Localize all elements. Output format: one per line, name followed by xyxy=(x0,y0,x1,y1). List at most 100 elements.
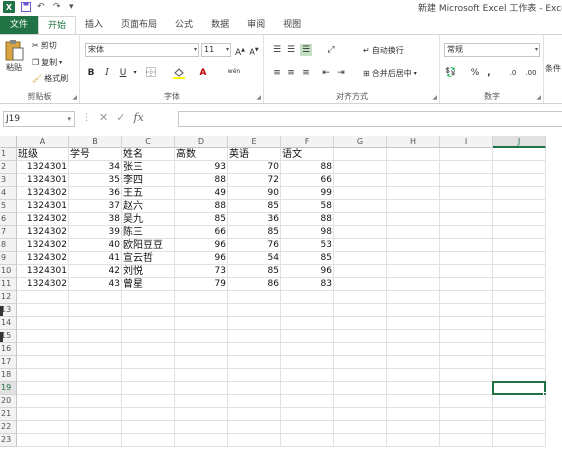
copy-button[interactable]: ❐ 复制 ▾ xyxy=(32,57,62,68)
table-cell[interactable]: 1324301 xyxy=(17,200,69,213)
table-cell[interactable]: 85 xyxy=(281,252,334,265)
orientation-icon[interactable]: ⤢ xyxy=(325,44,337,56)
name-box[interactable]: J19 ▾ xyxy=(3,111,75,127)
row-header-21[interactable]: 21 xyxy=(0,408,17,421)
column-header-h[interactable]: H xyxy=(387,136,440,148)
tab-insert[interactable]: 插入 xyxy=(76,16,112,34)
tab-file[interactable]: 文件 xyxy=(0,16,38,34)
dialog-launcher-icon[interactable]: ◢ xyxy=(432,94,437,101)
redo-icon[interactable]: ↷ xyxy=(53,2,63,12)
header-cell[interactable]: 英语 xyxy=(228,148,281,161)
table-cell[interactable]: 1324302 xyxy=(17,252,69,265)
underline-button[interactable]: U xyxy=(117,67,129,79)
comma-button[interactable]: , xyxy=(483,67,495,79)
italic-button[interactable]: I xyxy=(101,67,113,79)
formula-input[interactable] xyxy=(178,111,562,127)
insert-function-button[interactable]: fx xyxy=(133,111,143,124)
table-cell[interactable]: 99 xyxy=(281,187,334,200)
row-header-20[interactable]: 20 xyxy=(0,395,17,408)
cancel-icon[interactable]: ✕ xyxy=(99,111,108,124)
selected-cell[interactable] xyxy=(492,381,546,395)
align-center-icon[interactable]: ≡ xyxy=(285,67,297,79)
column-header-i[interactable]: I xyxy=(440,136,493,148)
row-header-18[interactable]: 18 xyxy=(0,369,17,382)
row-header-14[interactable]: 14 xyxy=(0,317,17,330)
table-cell[interactable]: 43 xyxy=(69,278,122,291)
table-cell[interactable]: 41 xyxy=(69,252,122,265)
cut-button[interactable]: ✂ 剪切 xyxy=(32,40,57,51)
fill-color-icon[interactable] xyxy=(173,67,185,79)
table-cell[interactable]: 39 xyxy=(69,226,122,239)
row-header-19[interactable]: 19 xyxy=(0,382,17,395)
row-header-23[interactable]: 23 xyxy=(0,434,17,447)
table-cell[interactable]: 88 xyxy=(281,161,334,174)
dialog-launcher-icon[interactable]: ◢ xyxy=(72,94,77,101)
header-cell[interactable]: 姓名 xyxy=(122,148,175,161)
table-cell[interactable]: 1324302 xyxy=(17,187,69,200)
table-cell[interactable]: 刘悦 xyxy=(122,265,175,278)
table-cell[interactable]: 1324301 xyxy=(17,174,69,187)
merge-center-button[interactable]: ⊞ 合并后居中 ▾ xyxy=(363,68,417,79)
tab-review[interactable]: 审阅 xyxy=(238,16,274,34)
column-header-a[interactable]: A xyxy=(17,136,69,148)
table-cell[interactable]: 96 xyxy=(175,239,228,252)
table-cell[interactable]: 35 xyxy=(69,174,122,187)
row-header-16[interactable]: 16 xyxy=(0,343,17,356)
dialog-launcher-icon[interactable]: ◢ xyxy=(256,94,261,101)
table-cell[interactable]: 40 xyxy=(69,239,122,252)
row-header-9[interactable]: 9 xyxy=(0,252,17,265)
fill-handle[interactable] xyxy=(543,392,547,396)
header-cell[interactable]: 高数 xyxy=(175,148,228,161)
tab-view[interactable]: 视图 xyxy=(274,16,310,34)
tab-page-layout[interactable]: 页面布局 xyxy=(112,16,166,34)
table-cell[interactable]: 88 xyxy=(175,174,228,187)
column-header-c[interactable]: C xyxy=(122,136,175,148)
column-header-b[interactable]: B xyxy=(69,136,122,148)
decrease-indent-icon[interactable]: ⇤ xyxy=(320,67,332,79)
table-cell[interactable]: 93 xyxy=(175,161,228,174)
table-cell[interactable]: 85 xyxy=(228,226,281,239)
select-all-corner[interactable] xyxy=(0,136,17,148)
table-cell[interactable]: 1324302 xyxy=(17,239,69,252)
table-cell[interactable]: 66 xyxy=(175,226,228,239)
bold-button[interactable]: B xyxy=(85,67,97,79)
table-cell[interactable]: 88 xyxy=(281,213,334,226)
table-cell[interactable]: 1324302 xyxy=(17,226,69,239)
table-cell[interactable]: 73 xyxy=(175,265,228,278)
table-cell[interactable]: 85 xyxy=(228,200,281,213)
row-header-17[interactable]: 17 xyxy=(0,356,17,369)
border-icon[interactable] xyxy=(145,67,157,79)
table-cell[interactable]: 1324302 xyxy=(17,213,69,226)
paste-button[interactable]: 粘贴 xyxy=(4,39,24,73)
tab-formulas[interactable]: 公式 xyxy=(166,16,202,34)
align-right-icon[interactable]: ≡ xyxy=(300,67,312,79)
table-cell[interactable]: 张三 xyxy=(122,161,175,174)
column-header-j[interactable]: J xyxy=(493,136,546,148)
undo-icon[interactable]: ↶ xyxy=(37,2,47,12)
table-cell[interactable]: 72 xyxy=(228,174,281,187)
row-header-1[interactable]: 1 xyxy=(0,148,17,161)
table-cell[interactable]: 1324301 xyxy=(17,161,69,174)
table-cell[interactable]: 96 xyxy=(175,252,228,265)
header-cell[interactable]: 班级 xyxy=(17,148,69,161)
increase-indent-icon[interactable]: ⇥ xyxy=(335,67,347,79)
row-header-5[interactable]: 5 xyxy=(0,200,17,213)
align-bottom-icon[interactable]: ☰ xyxy=(300,44,312,56)
header-cell[interactable]: 学号 xyxy=(69,148,122,161)
table-cell[interactable]: 86 xyxy=(228,278,281,291)
row-header-10[interactable]: 10 xyxy=(0,265,17,278)
number-format-select[interactable]: 常规 ▾ xyxy=(444,43,540,57)
font-name-select[interactable]: 宋体 ▾ xyxy=(85,43,199,57)
table-cell[interactable]: 58 xyxy=(281,200,334,213)
shrink-font-button[interactable]: A▼ xyxy=(248,44,260,57)
align-top-icon[interactable]: ☰ xyxy=(271,44,283,56)
tab-home[interactable]: 开始 xyxy=(38,16,77,34)
dialog-launcher-icon[interactable]: ◢ xyxy=(536,94,541,101)
table-cell[interactable]: 1324301 xyxy=(17,265,69,278)
table-cell[interactable]: 53 xyxy=(281,239,334,252)
table-cell[interactable]: 49 xyxy=(175,187,228,200)
save-icon[interactable] xyxy=(21,2,31,12)
column-header-d[interactable]: D xyxy=(175,136,228,148)
table-cell[interactable]: 88 xyxy=(175,200,228,213)
table-cell[interactable]: 1324302 xyxy=(17,278,69,291)
